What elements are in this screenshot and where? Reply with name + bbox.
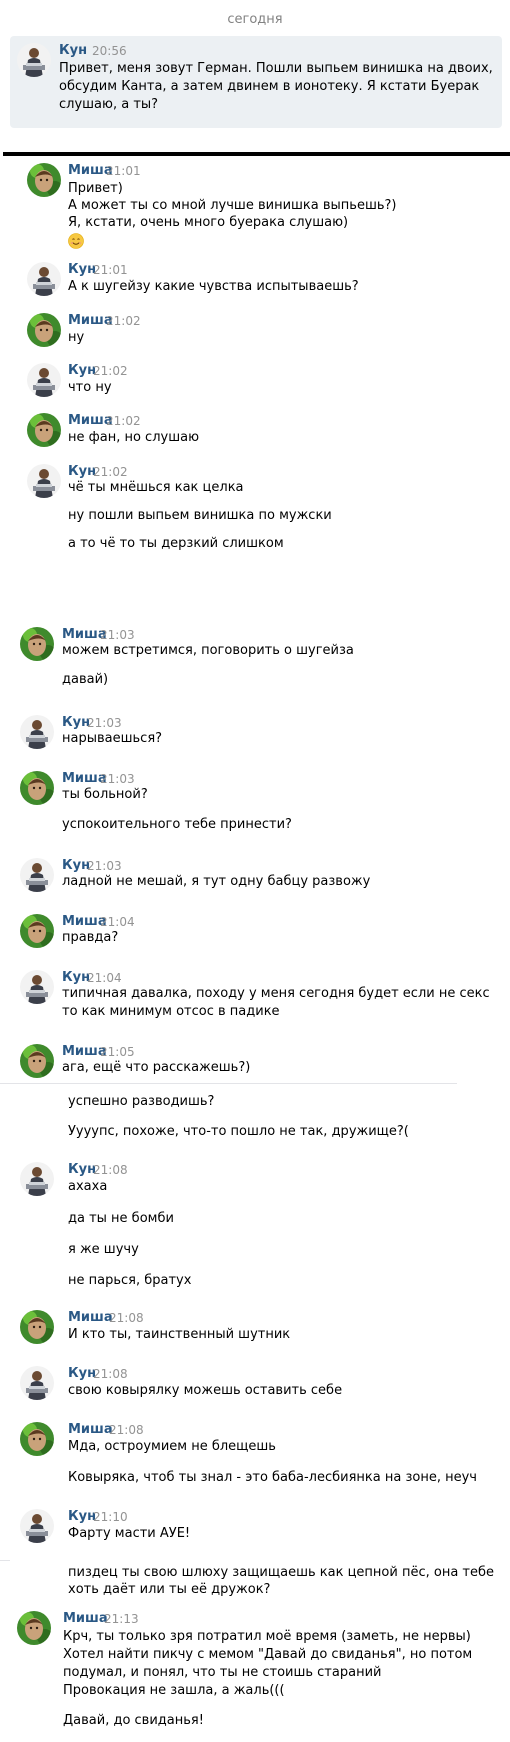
message-text: я же шучу	[68, 1242, 139, 1257]
message-time[interactable]: 21:04	[87, 970, 122, 986]
author-name[interactable]: Миша	[63, 1611, 108, 1627]
avatar[interactable]	[27, 313, 61, 347]
message-text: ну пошли выпьем винишка по мужски	[68, 508, 332, 523]
message-text: нарываешься?	[62, 731, 163, 746]
message-time[interactable]: 21:03	[100, 627, 135, 643]
message-text: обсудим Канта, а затем двинем в ионотеку…	[59, 79, 480, 94]
avatar[interactable]	[17, 43, 51, 77]
message-text: правда?	[62, 930, 119, 945]
author-name[interactable]: Кун	[59, 43, 87, 59]
message-divider	[0, 1083, 457, 1084]
message-text: пиздец ты свою шлюху защищаешь как цепно…	[68, 1565, 495, 1580]
avatar[interactable]	[27, 413, 61, 447]
avatar[interactable]	[27, 363, 61, 397]
message-text: Фарту масти АУЕ!	[68, 1526, 191, 1541]
message-text: не парься, братух	[68, 1273, 192, 1288]
message-text: Мда, остроумием не блещешь	[68, 1439, 276, 1454]
author-name[interactable]: Кун	[62, 858, 90, 874]
avatar[interactable]	[20, 627, 54, 661]
message-text: успокоительного тебе принести?	[62, 817, 292, 832]
message-time[interactable]: 21:08	[109, 1310, 144, 1326]
message-text: Давай, до свиданья!	[63, 1713, 204, 1728]
message-text: ну	[68, 330, 85, 345]
author-name[interactable]: Кун	[62, 715, 90, 731]
avatar[interactable]	[20, 771, 54, 805]
author-name[interactable]: Кун	[62, 970, 90, 986]
avatar[interactable]	[20, 914, 54, 948]
message-time[interactable]: 21:01	[93, 262, 128, 278]
message-time[interactable]: 21:05	[100, 1044, 135, 1060]
avatar[interactable]	[20, 1366, 54, 1400]
message-time[interactable]: 21:03	[100, 771, 135, 787]
avatar[interactable]	[20, 1044, 54, 1078]
message-text: не фан, но слушаю	[68, 430, 200, 445]
message-time[interactable]: 21:10	[93, 1509, 128, 1525]
message-text: Уууупс, похоже, что-то пошло не так, дру…	[68, 1124, 409, 1139]
avatar[interactable]	[20, 1162, 54, 1196]
avatar[interactable]	[27, 163, 61, 197]
message-time[interactable]: 21:08	[109, 1422, 144, 1438]
message-text: А может ты со мной лучше винишка выпьешь…	[68, 198, 397, 213]
message-text: чё ты мнёшься как целка	[68, 480, 244, 495]
message-time[interactable]: 21:02	[93, 464, 128, 480]
message-text: ахаха	[68, 1179, 108, 1194]
author-name[interactable]: Миша	[68, 1422, 113, 1438]
author-name[interactable]: Кун	[68, 363, 96, 379]
author-name[interactable]: Миша	[68, 1310, 113, 1326]
message-text: Крч, ты только зря потратил моё время (з…	[63, 1629, 471, 1644]
message-text: ты больной?	[62, 787, 148, 802]
message-text: Привет)	[68, 181, 123, 196]
message-time[interactable]: 21:03	[87, 858, 122, 874]
message-text: давай)	[62, 672, 109, 687]
smiling-face-icon	[68, 233, 84, 249]
avatar[interactable]	[20, 1509, 54, 1543]
message-time[interactable]: 21:02	[106, 313, 141, 329]
author-name[interactable]: Кун	[68, 464, 96, 480]
message-text: да ты не бомби	[68, 1211, 174, 1226]
message-time[interactable]: 21:02	[106, 413, 141, 429]
message-time[interactable]: 21:13	[104, 1611, 139, 1627]
message-time[interactable]: 21:04	[100, 914, 135, 930]
message-divider	[0, 1560, 10, 1561]
message-text: Я, кстати, очень много буерака слушаю)	[68, 215, 349, 230]
author-name[interactable]: Кун	[68, 1366, 96, 1382]
message-text: хоть даёт или ты её дружок?	[68, 1582, 271, 1597]
message-text: А к шугейзу какие чувства испытываешь?	[68, 279, 359, 294]
message-text: свою ковырялку можешь оставить себе	[68, 1383, 343, 1398]
date-separator: сегодня	[227, 12, 283, 27]
message-text: Хотел найти пикчу с мемом "Давай до свид…	[63, 1647, 473, 1662]
message-text: что ну	[68, 380, 112, 395]
message-text: Провокация не зашла, а жаль(((	[63, 1683, 285, 1698]
message-text: Ковыряка, чтоб ты знал - это баба-лесбия…	[68, 1470, 477, 1485]
message-text: слушаю, а ты?	[59, 97, 159, 112]
avatar[interactable]	[27, 262, 61, 296]
message-text: успешно разводишь?	[68, 1094, 215, 1109]
message-text: ага, ещё что расскажешь?)	[62, 1060, 251, 1075]
avatar[interactable]	[27, 464, 61, 498]
message-time[interactable]: 20:56	[92, 43, 127, 59]
message-text: И кто ты, таинственный шутник	[68, 1327, 291, 1342]
message-time[interactable]: 21:01	[106, 163, 141, 179]
message-text: можем встретимся, поговорить о шугейза	[62, 643, 354, 658]
author-name[interactable]: Кун	[68, 1509, 96, 1525]
avatar[interactable]	[20, 858, 54, 892]
message-text: то как минимум отсос в падике	[62, 1004, 280, 1019]
message-text: типичная давалка, походу у меня сегодня …	[62, 986, 490, 1001]
message-text: Привет, меня зовут Герман. Пошли выпьем …	[59, 61, 493, 76]
avatar[interactable]	[20, 715, 54, 749]
avatar[interactable]	[20, 970, 54, 1004]
message-time[interactable]: 21:03	[87, 715, 122, 731]
message-text: подумал, и понял, что ты не стоишь стара…	[63, 1665, 382, 1680]
message-text: а то чё то ты дерзкий слишком	[68, 536, 284, 551]
history-divider	[3, 152, 510, 156]
avatar[interactable]	[20, 1310, 54, 1344]
avatar[interactable]	[17, 1611, 51, 1645]
author-name[interactable]: Кун	[68, 262, 96, 278]
message-time[interactable]: 21:02	[93, 363, 128, 379]
avatar[interactable]	[20, 1422, 54, 1456]
author-name[interactable]: Кун	[68, 1162, 96, 1178]
message-time[interactable]: 21:08	[93, 1366, 128, 1382]
message-text: ладной не мешай, я тут одну бабцу развож…	[62, 874, 371, 889]
message-time[interactable]: 21:08	[93, 1162, 128, 1178]
